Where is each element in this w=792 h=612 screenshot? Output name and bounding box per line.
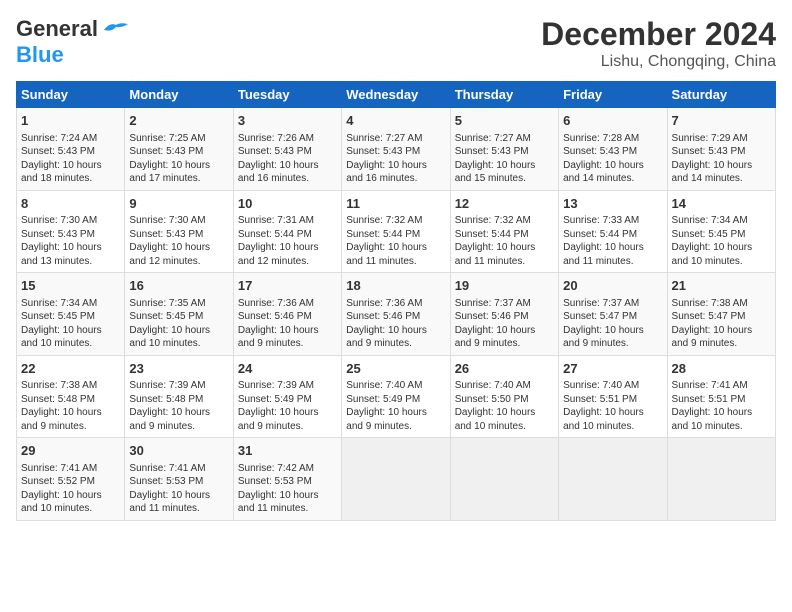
logo-bird-icon — [102, 20, 130, 38]
day-number: 31 — [238, 442, 337, 460]
calendar-day-cell: 1Sunrise: 7:24 AMSunset: 5:43 PMDaylight… — [17, 108, 125, 191]
day-number: 10 — [238, 195, 337, 213]
calendar-day-cell: 20Sunrise: 7:37 AMSunset: 5:47 PMDayligh… — [559, 273, 667, 356]
day-number: 4 — [346, 112, 445, 130]
calendar-day-cell — [450, 438, 558, 521]
calendar-table: Sunday Monday Tuesday Wednesday Thursday… — [16, 81, 776, 521]
day-number: 3 — [238, 112, 337, 130]
day-number: 16 — [129, 277, 228, 295]
calendar-day-cell: 14Sunrise: 7:34 AMSunset: 5:45 PMDayligh… — [667, 190, 775, 273]
calendar-day-cell: 5Sunrise: 7:27 AMSunset: 5:43 PMDaylight… — [450, 108, 558, 191]
calendar-week-row: 8Sunrise: 7:30 AMSunset: 5:43 PMDaylight… — [17, 190, 776, 273]
day-number: 18 — [346, 277, 445, 295]
calendar-day-cell — [667, 438, 775, 521]
calendar-day-cell: 4Sunrise: 7:27 AMSunset: 5:43 PMDaylight… — [342, 108, 450, 191]
day-number: 8 — [21, 195, 120, 213]
day-number: 6 — [563, 112, 662, 130]
day-number: 29 — [21, 442, 120, 460]
day-number: 23 — [129, 360, 228, 378]
col-sunday: Sunday — [17, 82, 125, 108]
day-number: 26 — [455, 360, 554, 378]
day-number: 2 — [129, 112, 228, 130]
day-number: 9 — [129, 195, 228, 213]
page-subtitle: Lishu, Chongqing, China — [541, 53, 776, 71]
calendar-day-cell: 25Sunrise: 7:40 AMSunset: 5:49 PMDayligh… — [342, 355, 450, 438]
calendar-day-cell: 19Sunrise: 7:37 AMSunset: 5:46 PMDayligh… — [450, 273, 558, 356]
day-number: 28 — [672, 360, 771, 378]
day-number: 5 — [455, 112, 554, 130]
calendar-day-cell: 3Sunrise: 7:26 AMSunset: 5:43 PMDaylight… — [233, 108, 341, 191]
col-thursday: Thursday — [450, 82, 558, 108]
calendar-day-cell: 15Sunrise: 7:34 AMSunset: 5:45 PMDayligh… — [17, 273, 125, 356]
col-friday: Friday — [559, 82, 667, 108]
day-number: 13 — [563, 195, 662, 213]
calendar-day-cell: 2Sunrise: 7:25 AMSunset: 5:43 PMDaylight… — [125, 108, 233, 191]
calendar-day-cell: 12Sunrise: 7:32 AMSunset: 5:44 PMDayligh… — [450, 190, 558, 273]
day-number: 15 — [21, 277, 120, 295]
calendar-week-row: 22Sunrise: 7:38 AMSunset: 5:48 PMDayligh… — [17, 355, 776, 438]
calendar-day-cell: 28Sunrise: 7:41 AMSunset: 5:51 PMDayligh… — [667, 355, 775, 438]
calendar-day-cell: 18Sunrise: 7:36 AMSunset: 5:46 PMDayligh… — [342, 273, 450, 356]
calendar-week-row: 29Sunrise: 7:41 AMSunset: 5:52 PMDayligh… — [17, 438, 776, 521]
logo: General Blue — [16, 16, 130, 68]
logo-blue: Blue — [16, 42, 64, 67]
col-monday: Monday — [125, 82, 233, 108]
calendar-day-cell: 31Sunrise: 7:42 AMSunset: 5:53 PMDayligh… — [233, 438, 341, 521]
calendar-day-cell: 7Sunrise: 7:29 AMSunset: 5:43 PMDaylight… — [667, 108, 775, 191]
calendar-day-cell — [342, 438, 450, 521]
calendar-day-cell: 10Sunrise: 7:31 AMSunset: 5:44 PMDayligh… — [233, 190, 341, 273]
day-number: 7 — [672, 112, 771, 130]
calendar-day-cell: 11Sunrise: 7:32 AMSunset: 5:44 PMDayligh… — [342, 190, 450, 273]
calendar-day-cell: 21Sunrise: 7:38 AMSunset: 5:47 PMDayligh… — [667, 273, 775, 356]
calendar-day-cell: 27Sunrise: 7:40 AMSunset: 5:51 PMDayligh… — [559, 355, 667, 438]
day-number: 17 — [238, 277, 337, 295]
day-number: 14 — [672, 195, 771, 213]
calendar-header-row: Sunday Monday Tuesday Wednesday Thursday… — [17, 82, 776, 108]
calendar-day-cell: 24Sunrise: 7:39 AMSunset: 5:49 PMDayligh… — [233, 355, 341, 438]
day-number: 11 — [346, 195, 445, 213]
calendar-day-cell: 22Sunrise: 7:38 AMSunset: 5:48 PMDayligh… — [17, 355, 125, 438]
calendar-day-cell: 9Sunrise: 7:30 AMSunset: 5:43 PMDaylight… — [125, 190, 233, 273]
day-number: 27 — [563, 360, 662, 378]
calendar-day-cell: 23Sunrise: 7:39 AMSunset: 5:48 PMDayligh… — [125, 355, 233, 438]
day-number: 19 — [455, 277, 554, 295]
day-number: 30 — [129, 442, 228, 460]
title-block: December 2024 Lishu, Chongqing, China — [541, 16, 776, 71]
col-tuesday: Tuesday — [233, 82, 341, 108]
calendar-day-cell: 30Sunrise: 7:41 AMSunset: 5:53 PMDayligh… — [125, 438, 233, 521]
calendar-day-cell: 8Sunrise: 7:30 AMSunset: 5:43 PMDaylight… — [17, 190, 125, 273]
calendar-day-cell: 17Sunrise: 7:36 AMSunset: 5:46 PMDayligh… — [233, 273, 341, 356]
page-container: General Blue December 2024 Lishu, Chongq… — [0, 0, 792, 531]
day-number: 21 — [672, 277, 771, 295]
day-number: 22 — [21, 360, 120, 378]
day-number: 12 — [455, 195, 554, 213]
logo-general: General — [16, 16, 98, 42]
col-saturday: Saturday — [667, 82, 775, 108]
calendar-week-row: 15Sunrise: 7:34 AMSunset: 5:45 PMDayligh… — [17, 273, 776, 356]
day-number: 20 — [563, 277, 662, 295]
page-title: December 2024 — [541, 16, 776, 53]
day-number: 25 — [346, 360, 445, 378]
col-wednesday: Wednesday — [342, 82, 450, 108]
calendar-day-cell: 6Sunrise: 7:28 AMSunset: 5:43 PMDaylight… — [559, 108, 667, 191]
day-number: 24 — [238, 360, 337, 378]
day-number: 1 — [21, 112, 120, 130]
header: General Blue December 2024 Lishu, Chongq… — [16, 16, 776, 71]
calendar-day-cell: 29Sunrise: 7:41 AMSunset: 5:52 PMDayligh… — [17, 438, 125, 521]
calendar-day-cell: 13Sunrise: 7:33 AMSunset: 5:44 PMDayligh… — [559, 190, 667, 273]
calendar-day-cell: 26Sunrise: 7:40 AMSunset: 5:50 PMDayligh… — [450, 355, 558, 438]
calendar-day-cell: 16Sunrise: 7:35 AMSunset: 5:45 PMDayligh… — [125, 273, 233, 356]
calendar-day-cell — [559, 438, 667, 521]
calendar-week-row: 1Sunrise: 7:24 AMSunset: 5:43 PMDaylight… — [17, 108, 776, 191]
